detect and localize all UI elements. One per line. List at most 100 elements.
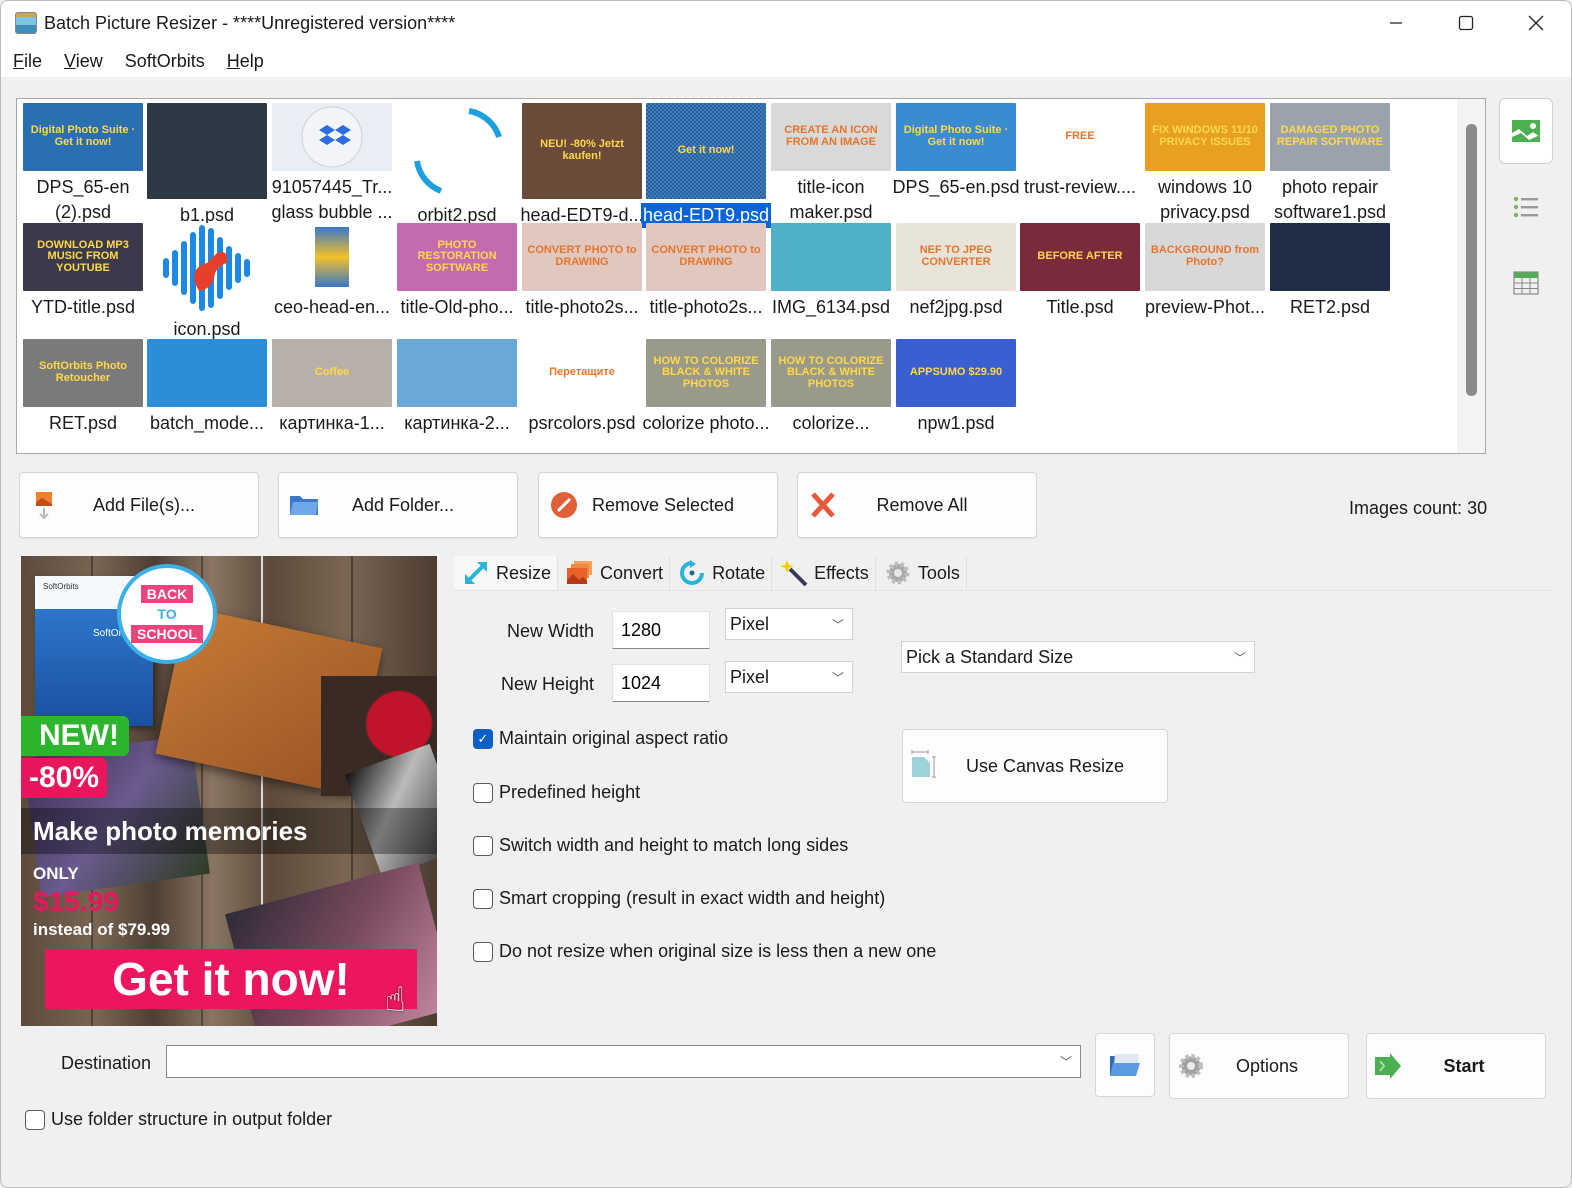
maximize-button[interactable] <box>1431 1 1501 45</box>
width-unit-select[interactable]: Pixel ﹀ <box>725 608 853 640</box>
menu-file[interactable]: File <box>13 51 42 72</box>
image-thumbnail[interactable]: IMG_6134.psd <box>769 223 893 320</box>
image-thumbnail[interactable]: batch_mode... <box>145 339 269 436</box>
new-width-input[interactable] <box>612 611 710 649</box>
checkbox[interactable] <box>473 782 493 803</box>
start-button[interactable]: Start <box>1366 1033 1546 1099</box>
image-thumbnail[interactable]: Get it now! head-EDT9.psd <box>640 103 772 228</box>
checkbox[interactable] <box>473 888 493 909</box>
image-thumbnail[interactable]: ceo-head-en... <box>270 223 394 320</box>
image-thumbnail[interactable]: BACKGROUND from Photo? preview-Phot... <box>1142 223 1268 320</box>
banner-price: $15.99 <box>33 886 119 917</box>
options-button[interactable]: Options <box>1169 1033 1349 1099</box>
remove-selected-button[interactable]: Remove Selected <box>538 472 778 538</box>
checkbox[interactable] <box>25 1109 45 1130</box>
image-thumbnail[interactable]: SoftOrbits Photo Retoucher RET.psd <box>21 339 145 436</box>
browse-folder-button[interactable] <box>1095 1033 1155 1097</box>
add-files-button[interactable]: Add File(s)... <box>19 472 259 538</box>
image-thumbnail[interactable]: HOW TO COLORIZE BLACK & WHITE PHOTOS colo… <box>769 339 893 436</box>
predefined-height-checkbox[interactable]: Predefined height <box>473 782 640 803</box>
image-thumbnail[interactable]: CONVERT PHOTO to DRAWING title-photo2s... <box>644 223 768 320</box>
thumbnail-image <box>397 103 517 199</box>
add-folder-button[interactable]: Add Folder... <box>278 472 518 538</box>
image-thumbnail[interactable]: PHOTO RESTORATION SOFTWARE title-Old-pho.… <box>395 223 519 320</box>
image-thumbnail[interactable]: FIX WINDOWS 11/10 PRIVACY ISSUES windows … <box>1143 103 1267 225</box>
thumbnail-label: nef2jpg.psd <box>907 295 1005 320</box>
new-badge: NEW! <box>21 716 129 756</box>
image-thumbnail[interactable]: Перетащите psrcolors.psd <box>520 339 644 436</box>
tab-effects[interactable]: Effects <box>772 556 876 590</box>
chevron-down-icon[interactable]: ﹀ <box>1060 1053 1072 1070</box>
remove-all-button[interactable]: Remove All <box>797 472 1037 538</box>
image-thumbnail[interactable]: icon.psd <box>145 223 269 342</box>
view-list-button[interactable] <box>1499 174 1553 240</box>
thumbnail-label: colorize photo... <box>640 411 772 436</box>
canvas-resize-button[interactable]: Use Canvas Resize <box>902 729 1168 803</box>
menu-help-accel: H <box>226 50 240 71</box>
image-thumbnail[interactable]: RET2.psd <box>1268 223 1392 320</box>
no-upscale-checkbox[interactable]: Do not resize when original size is less… <box>473 941 936 962</box>
tab-rotate[interactable]: Rotate <box>670 556 773 590</box>
gear-icon <box>1176 1051 1206 1081</box>
close-button[interactable] <box>1501 1 1571 45</box>
standard-size-select[interactable]: Pick a Standard Size ﹀ <box>901 641 1255 673</box>
image-thumbnail[interactable]: BEFORE AFTER Title.psd <box>1018 223 1142 320</box>
image-thumbnail[interactable]: картинка-2... <box>395 339 519 436</box>
convert-icon <box>566 559 594 587</box>
app-icon <box>15 12 37 34</box>
checkbox-checked[interactable]: ✓ <box>473 728 493 749</box>
thumbnail-image: CONVERT PHOTO to DRAWING <box>522 223 642 291</box>
image-thumbnail[interactable]: 91057445_Tr... glass bubble ... <box>269 103 395 225</box>
remove-selected-label: Remove Selected <box>591 494 735 515</box>
scrollbar-thumb[interactable] <box>1466 124 1477 396</box>
remove-selected-icon <box>549 490 579 520</box>
image-thumbnail[interactable]: orbit2.psd <box>395 103 519 228</box>
new-height-input[interactable] <box>612 664 710 702</box>
checkbox[interactable] <box>473 835 493 856</box>
tab-tools[interactable]: Tools <box>875 556 967 590</box>
image-thumbnail[interactable]: b1.psd <box>145 103 269 228</box>
thumbnail-image: BACKGROUND from Photo? <box>1145 223 1265 291</box>
thumbnail-label: IMG_6134.psd <box>769 295 893 320</box>
folder-structure-checkbox[interactable]: Use folder structure in output folder <box>25 1109 332 1130</box>
maximize-icon <box>1458 15 1474 31</box>
image-thumbnail[interactable]: NEU! -80% Jetzt kaufen! head-EDT9-d... <box>518 103 646 228</box>
minimize-button[interactable] <box>1361 1 1431 45</box>
chevron-down-icon: ﹀ <box>831 670 844 685</box>
thumbnail-image: Digital Photo Suite · Get it now! <box>896 103 1016 171</box>
table-icon <box>1513 271 1539 295</box>
menu-softorbits[interactable]: SoftOrbits <box>125 51 205 72</box>
thumbnail-image: PHOTO RESTORATION SOFTWARE <box>397 223 517 291</box>
menu-help[interactable]: Help <box>227 51 264 72</box>
promo-banner[interactable]: SoftOrbits SoftOrbits Photo Editor BACK … <box>21 556 437 1026</box>
maintain-aspect-checkbox[interactable]: ✓ Maintain original aspect ratio <box>473 728 728 749</box>
scrollbar-track[interactable] <box>1457 99 1485 453</box>
image-thumbnail[interactable]: Digital Photo Suite · Get it now! DPS_65-… <box>890 103 1022 200</box>
thumbnail-image: DOWNLOAD MP3 MUSIC FROM YOUTUBE <box>23 223 143 291</box>
image-list[interactable]: Digital Photo Suite · Get it now! DPS_65-… <box>16 98 1486 454</box>
menu-help-label: elp <box>239 50 264 71</box>
image-thumbnail[interactable]: Digital Photo Suite · Get it now! DPS_65-… <box>21 103 145 225</box>
image-thumbnail[interactable]: CREATE AN ICON FROM AN IMAGE title-icon ma… <box>769 103 893 225</box>
image-thumbnail[interactable]: NEF TO JPEG CONVERTER nef2jpg.psd <box>894 223 1018 320</box>
image-thumbnail[interactable]: DAMAGED PHOTO REPAIR SOFTWARE photo repai… <box>1268 103 1392 225</box>
menu-view[interactable]: View <box>64 51 103 72</box>
get-it-now-button[interactable]: Get it now! <box>45 949 417 1009</box>
smart-cropping-checkbox[interactable]: Smart cropping (result in exact width an… <box>473 888 885 909</box>
thumbnail-image: BEFORE AFTER <box>1020 223 1140 291</box>
image-thumbnail[interactable]: FREE trust-review.... <box>1018 103 1142 200</box>
checkbox[interactable] <box>473 941 493 962</box>
image-thumbnail[interactable]: HOW TO COLORIZE BLACK & WHITE PHOTOS colo… <box>640 339 772 436</box>
view-table-button[interactable] <box>1499 250 1553 316</box>
tab-resize[interactable]: Resize <box>454 556 559 590</box>
image-thumbnail[interactable]: Coffee картинка-1... <box>270 339 394 436</box>
tab-convert[interactable]: Convert <box>558 556 671 590</box>
image-thumbnail[interactable]: APPSUMO $29.90 npw1.psd <box>894 339 1018 436</box>
switch-sides-checkbox[interactable]: Switch width and height to match long si… <box>473 835 848 856</box>
thumbnail-image <box>147 223 267 313</box>
height-unit-select[interactable]: Pixel ﹀ <box>725 661 853 693</box>
image-thumbnail[interactable]: DOWNLOAD MP3 MUSIC FROM YOUTUBE YTD-title… <box>21 223 145 320</box>
image-thumbnail[interactable]: CONVERT PHOTO to DRAWING title-photo2s... <box>520 223 644 320</box>
view-thumbnails-button[interactable] <box>1499 98 1553 164</box>
destination-input[interactable]: ﹀ <box>166 1045 1081 1078</box>
